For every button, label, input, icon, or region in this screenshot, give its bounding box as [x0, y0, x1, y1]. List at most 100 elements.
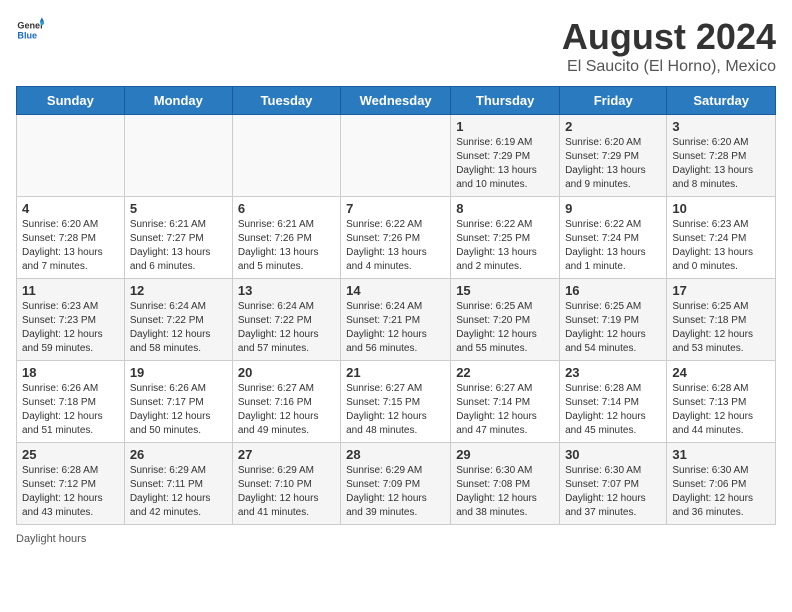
cell-1-1: 5Sunrise: 6:21 AMSunset: 7:27 PMDaylight…: [124, 197, 232, 279]
cell-3-4: 22 Sunrise: 6:27 AMSunset: 7:14 PMDayligh…: [451, 361, 560, 443]
day-number-23: 23: [565, 365, 661, 380]
day-number-21: 21: [346, 365, 445, 380]
cell-0-5: 2 Sunrise: 6:20 AMSunset: 7:29 PMDaylight…: [560, 115, 667, 197]
cell-3-1: 19 Sunrise: 6:26 AMSunset: 7:17 PMDayligh…: [124, 361, 232, 443]
week-row-2: 4Sunrise: 6:20 AMSunset: 7:28 PMDaylight…: [17, 197, 776, 279]
cell-4-1: 26 Sunrise: 6:29 AMSunset: 7:11 PMDayligh…: [124, 443, 232, 525]
cell-1-6: 10 Sunrise: 6:23 AMSunset: 7:24 PMDayligh…: [667, 197, 776, 279]
day-info-26: Sunrise: 6:29 AMSunset: 7:11 PMDaylight:…: [130, 464, 227, 520]
day-number-14: 14: [346, 283, 445, 298]
day-info-4: Sunrise: 6:20 AMSunset: 7:28 PMDaylight:…: [22, 218, 119, 274]
day-number-11: 11: [22, 283, 119, 298]
week-row-5: 25Sunrise: 6:28 AMSunset: 7:12 PMDayligh…: [17, 443, 776, 525]
footer-note: Daylight hours: [16, 533, 776, 545]
day-number-2: 2: [565, 119, 661, 134]
day-number-3: 3: [672, 119, 770, 134]
day-number-13: 13: [238, 283, 335, 298]
day-info-16: Sunrise: 6:25 AMSunset: 7:19 PMDaylight:…: [565, 300, 661, 356]
day-info-11: Sunrise: 6:23 AMSunset: 7:23 PMDaylight:…: [22, 300, 119, 356]
day-info-7: Sunrise: 6:22 AMSunset: 7:26 PMDaylight:…: [346, 218, 445, 274]
day-info-29: Sunrise: 6:30 AMSunset: 7:08 PMDaylight:…: [456, 464, 554, 520]
day-number-30: 30: [565, 447, 661, 462]
day-info-22: Sunrise: 6:27 AMSunset: 7:14 PMDaylight:…: [456, 382, 554, 438]
cell-1-0: 4Sunrise: 6:20 AMSunset: 7:28 PMDaylight…: [17, 197, 125, 279]
day-number-24: 24: [672, 365, 770, 380]
day-info-31: Sunrise: 6:30 AMSunset: 7:06 PMDaylight:…: [672, 464, 770, 520]
cell-1-3: 7Sunrise: 6:22 AMSunset: 7:26 PMDaylight…: [341, 197, 451, 279]
cell-0-2: [232, 115, 340, 197]
cell-4-2: 27Sunrise: 6:29 AMSunset: 7:10 PMDayligh…: [232, 443, 340, 525]
day-number-22: 22: [456, 365, 554, 380]
cell-0-6: 3 Sunrise: 6:20 AMSunset: 7:28 PMDaylight…: [667, 115, 776, 197]
header-thursday: Thursday: [451, 87, 560, 115]
day-info-8: Sunrise: 6:22 AMSunset: 7:25 PMDaylight:…: [456, 218, 554, 274]
logo-icon: General Blue: [16, 16, 44, 44]
day-number-5: 5: [130, 201, 227, 216]
day-number-6: 6: [238, 201, 335, 216]
day-number-10: 10: [672, 201, 770, 216]
cell-3-3: 21Sunrise: 6:27 AMSunset: 7:15 PMDayligh…: [341, 361, 451, 443]
day-info-15: Sunrise: 6:25 AMSunset: 7:20 PMDaylight:…: [456, 300, 554, 356]
day-info-3: Sunrise: 6:20 AMSunset: 7:28 PMDaylight:…: [672, 136, 770, 192]
week-row-3: 11 Sunrise: 6:23 AMSunset: 7:23 PMDayligh…: [17, 279, 776, 361]
day-info-13: Sunrise: 6:24 AMSunset: 7:22 PMDaylight:…: [238, 300, 335, 356]
day-number-20: 20: [238, 365, 335, 380]
header-tuesday: Tuesday: [232, 87, 340, 115]
day-number-15: 15: [456, 283, 554, 298]
day-number-25: 25: [22, 447, 119, 462]
day-number-28: 28: [346, 447, 445, 462]
cell-1-2: 6 Sunrise: 6:21 AMSunset: 7:26 PMDaylight…: [232, 197, 340, 279]
day-info-6: Sunrise: 6:21 AMSunset: 7:26 PMDaylight:…: [238, 218, 335, 274]
subtitle: El Saucito (El Horno), Mexico: [562, 58, 776, 76]
cell-2-6: 17 Sunrise: 6:25 AMSunset: 7:18 PMDayligh…: [667, 279, 776, 361]
day-info-27: Sunrise: 6:29 AMSunset: 7:10 PMDaylight:…: [238, 464, 335, 520]
day-info-10: Sunrise: 6:23 AMSunset: 7:24 PMDaylight:…: [672, 218, 770, 274]
week-row-4: 18 Sunrise: 6:26 AMSunset: 7:18 PMDayligh…: [17, 361, 776, 443]
cell-4-0: 25Sunrise: 6:28 AMSunset: 7:12 PMDayligh…: [17, 443, 125, 525]
cell-4-4: 29Sunrise: 6:30 AMSunset: 7:08 PMDayligh…: [451, 443, 560, 525]
cell-4-6: 31 Sunrise: 6:30 AMSunset: 7:06 PMDayligh…: [667, 443, 776, 525]
cell-0-3: [341, 115, 451, 197]
cell-0-4: 1 Sunrise: 6:19 AMSunset: 7:29 PMDaylight…: [451, 115, 560, 197]
cell-0-0: [17, 115, 125, 197]
day-number-1: 1: [456, 119, 554, 134]
day-info-30: Sunrise: 6:30 AMSunset: 7:07 PMDaylight:…: [565, 464, 661, 520]
days-header-row: SundayMondayTuesdayWednesdayThursdayFrid…: [17, 87, 776, 115]
day-info-20: Sunrise: 6:27 AMSunset: 7:16 PMDaylight:…: [238, 382, 335, 438]
day-info-1: Sunrise: 6:19 AMSunset: 7:29 PMDaylight:…: [456, 136, 554, 192]
calendar-table: SundayMondayTuesdayWednesdayThursdayFrid…: [16, 86, 776, 525]
day-info-28: Sunrise: 6:29 AMSunset: 7:09 PMDaylight:…: [346, 464, 445, 520]
header-monday: Monday: [124, 87, 232, 115]
header-friday: Friday: [560, 87, 667, 115]
week-row-1: 1 Sunrise: 6:19 AMSunset: 7:29 PMDaylight…: [17, 115, 776, 197]
cell-2-1: 12 Sunrise: 6:24 AMSunset: 7:22 PMDayligh…: [124, 279, 232, 361]
day-info-23: Sunrise: 6:28 AMSunset: 7:14 PMDaylight:…: [565, 382, 661, 438]
cell-3-0: 18 Sunrise: 6:26 AMSunset: 7:18 PMDayligh…: [17, 361, 125, 443]
cell-2-2: 13 Sunrise: 6:24 AMSunset: 7:22 PMDayligh…: [232, 279, 340, 361]
day-number-31: 31: [672, 447, 770, 462]
day-number-17: 17: [672, 283, 770, 298]
day-info-24: Sunrise: 6:28 AMSunset: 7:13 PMDaylight:…: [672, 382, 770, 438]
logo: General Blue: [16, 16, 44, 44]
day-info-17: Sunrise: 6:25 AMSunset: 7:18 PMDaylight:…: [672, 300, 770, 356]
title-area: August 2024 El Saucito (El Horno), Mexic…: [562, 16, 776, 76]
day-number-19: 19: [130, 365, 227, 380]
header: General Blue August 2024 El Saucito (El …: [16, 16, 776, 76]
svg-text:Blue: Blue: [17, 30, 37, 40]
cell-2-4: 15 Sunrise: 6:25 AMSunset: 7:20 PMDayligh…: [451, 279, 560, 361]
cell-2-3: 14 Sunrise: 6:24 AMSunset: 7:21 PMDayligh…: [341, 279, 451, 361]
cell-3-6: 24 Sunrise: 6:28 AMSunset: 7:13 PMDayligh…: [667, 361, 776, 443]
cell-3-2: 20 Sunrise: 6:27 AMSunset: 7:16 PMDayligh…: [232, 361, 340, 443]
day-info-19: Sunrise: 6:26 AMSunset: 7:17 PMDaylight:…: [130, 382, 227, 438]
day-info-2: Sunrise: 6:20 AMSunset: 7:29 PMDaylight:…: [565, 136, 661, 192]
day-info-14: Sunrise: 6:24 AMSunset: 7:21 PMDaylight:…: [346, 300, 445, 356]
day-number-26: 26: [130, 447, 227, 462]
day-info-9: Sunrise: 6:22 AMSunset: 7:24 PMDaylight:…: [565, 218, 661, 274]
cell-1-4: 8Sunrise: 6:22 AMSunset: 7:25 PMDaylight…: [451, 197, 560, 279]
day-info-12: Sunrise: 6:24 AMSunset: 7:22 PMDaylight:…: [130, 300, 227, 356]
day-info-18: Sunrise: 6:26 AMSunset: 7:18 PMDaylight:…: [22, 382, 119, 438]
day-number-12: 12: [130, 283, 227, 298]
cell-2-5: 16Sunrise: 6:25 AMSunset: 7:19 PMDayligh…: [560, 279, 667, 361]
day-number-18: 18: [22, 365, 119, 380]
day-number-9: 9: [565, 201, 661, 216]
